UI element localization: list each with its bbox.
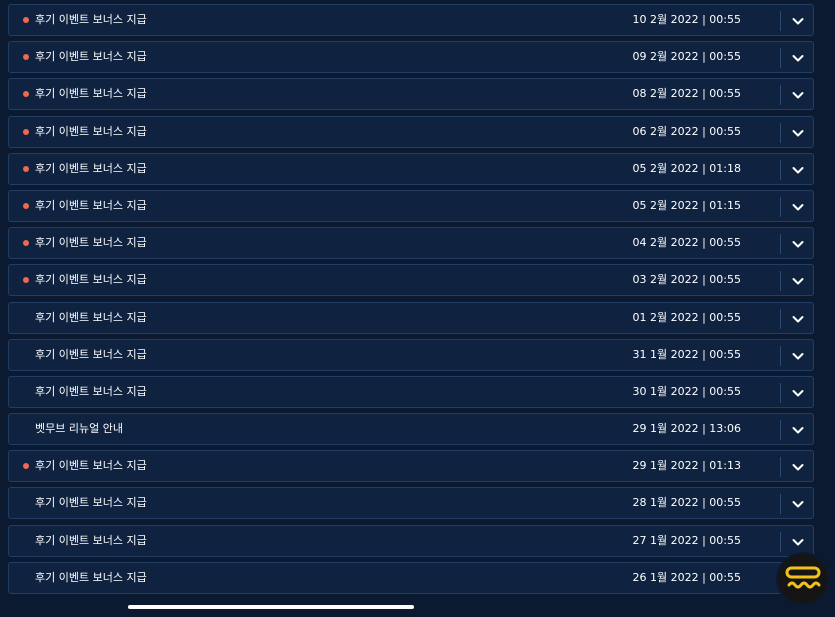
notification-row[interactable]: 후기 이벤트 보너스 지급 10 2월 2022 | 00:55 — [8, 4, 814, 36]
unread-dot — [23, 202, 29, 209]
chevron-down-icon[interactable] — [789, 198, 807, 216]
unread-dot — [23, 165, 29, 172]
notification-date: 05 2월 2022 | 01:18 — [632, 161, 741, 175]
chevron-down-icon[interactable] — [789, 421, 807, 439]
row-divider — [780, 494, 781, 515]
notification-title: 후기 이벤트 보너스 지급 — [35, 87, 147, 101]
notification-row[interactable]: 후기 이벤트 보너스 지급 05 2월 2022 | 01:15 — [8, 189, 814, 222]
notification-title: 후기 이벤트 보너스 지급 — [35, 533, 147, 547]
unread-dot — [23, 91, 29, 98]
notification-title: 후기 이벤트 보너스 지급 — [35, 161, 147, 175]
row-divider — [780, 457, 781, 478]
chevron-down-icon[interactable] — [789, 86, 807, 104]
row-divider — [780, 122, 781, 143]
row-divider — [780, 85, 781, 106]
notification-date: 29 1월 2022 | 01:13 — [632, 459, 741, 473]
row-divider — [780, 382, 781, 403]
notification-date: 03 2월 2022 | 00:55 — [632, 273, 741, 287]
notification-row[interactable]: 후기 이벤트 보너스 지급 03 2월 2022 | 00:55 — [8, 264, 814, 297]
notification-date: 10 2월 2022 | 00:55 — [632, 13, 741, 26]
chevron-down-icon[interactable] — [789, 458, 807, 476]
notification-date: 31 1월 2022 | 00:55 — [632, 347, 741, 361]
unread-dot — [23, 463, 29, 470]
notification-date: 01 2월 2022 | 00:55 — [632, 310, 741, 324]
row-divider — [780, 11, 781, 31]
chevron-down-icon[interactable] — [789, 124, 807, 142]
notification-row[interactable]: 후기 이벤트 보너스 지급 30 1월 2022 | 00:55 — [8, 375, 814, 408]
notification-list: 후기 이벤트 보너스 지급 10 2월 2022 | 00:55 후기 이벤트 보너… — [8, 4, 814, 599]
chevron-down-icon[interactable] — [789, 272, 807, 290]
unread-dot — [23, 240, 29, 247]
chevron-down-icon[interactable] — [789, 495, 807, 513]
notification-title: 벳무브 리뉴얼 안내 — [35, 422, 123, 436]
notification-title: 후기 이벤트 보너스 지급 — [35, 310, 147, 324]
notification-date: 09 2월 2022 | 00:55 — [632, 50, 741, 64]
unread-dot — [23, 277, 29, 284]
notification-row[interactable]: 벳무브 리뉴얼 안내 29 1월 2022 | 13:06 — [8, 413, 814, 446]
notification-row[interactable]: 후기 이벤트 보너스 지급 05 2월 2022 | 01:18 — [8, 152, 814, 185]
notification-title: 후기 이벤트 보너스 지급 — [35, 459, 147, 473]
chevron-down-icon[interactable] — [789, 235, 807, 253]
notification-date: 27 1월 2022 | 00:55 — [632, 533, 741, 547]
notification-title: 후기 이벤트 보너스 지급 — [35, 124, 147, 138]
notification-row[interactable]: 후기 이벤트 보너스 지급 26 1월 2022 | 00:55 — [8, 561, 814, 594]
unread-dot — [23, 128, 29, 135]
notification-row[interactable]: 후기 이벤트 보너스 지급 31 1월 2022 | 00:55 — [8, 338, 814, 371]
notification-title: 후기 이벤트 보너스 지급 — [35, 13, 147, 26]
notification-date: 06 2월 2022 | 00:55 — [632, 124, 741, 138]
notification-date: 29 1월 2022 | 13:06 — [632, 422, 741, 436]
row-divider — [780, 234, 781, 255]
notification-row[interactable]: 후기 이벤트 보너스 지급 28 1월 2022 | 00:55 — [8, 487, 814, 520]
notification-date: 08 2월 2022 | 00:55 — [632, 87, 741, 101]
row-divider — [780, 345, 781, 366]
chevron-down-icon[interactable] — [789, 161, 807, 179]
chevron-down-icon[interactable] — [789, 533, 807, 551]
unread-dot — [23, 54, 29, 61]
notification-row[interactable]: 후기 이벤트 보너스 지급 29 1월 2022 | 01:13 — [8, 450, 814, 483]
row-divider — [780, 196, 781, 217]
row-divider — [780, 159, 781, 180]
notification-title: 후기 이벤트 보너스 지급 — [35, 570, 147, 584]
chevron-down-icon[interactable] — [789, 310, 807, 328]
notification-row[interactable]: 후기 이벤트 보너스 지급 27 1월 2022 | 00:55 — [8, 524, 814, 557]
chat-icon — [778, 554, 828, 604]
chevron-down-icon[interactable] — [789, 347, 807, 365]
notification-title: 후기 이벤트 보너스 지급 — [35, 236, 147, 250]
notification-row[interactable]: 후기 이벤트 보너스 지급 09 2월 2022 | 00:55 — [8, 41, 814, 74]
notification-date: 05 2월 2022 | 01:15 — [632, 198, 741, 212]
chat-button[interactable] — [778, 554, 828, 604]
unread-dot — [23, 17, 29, 23]
row-divider — [780, 420, 781, 441]
chevron-down-icon[interactable] — [789, 384, 807, 402]
chevron-down-icon[interactable] — [789, 12, 807, 30]
notification-row[interactable]: 후기 이벤트 보너스 지급 08 2월 2022 | 00:55 — [8, 78, 814, 111]
notification-title: 후기 이벤트 보너스 지급 — [35, 273, 147, 287]
notification-date: 26 1월 2022 | 00:55 — [632, 570, 741, 584]
notification-row[interactable]: 후기 이벤트 보너스 지급 06 2월 2022 | 00:55 — [8, 115, 814, 148]
notification-date: 28 1월 2022 | 00:55 — [632, 496, 741, 510]
notification-title: 후기 이벤트 보너스 지급 — [35, 198, 147, 212]
notification-date: 04 2월 2022 | 00:55 — [632, 236, 741, 250]
home-indicator — [128, 605, 414, 609]
chevron-down-icon[interactable] — [789, 49, 807, 67]
notification-title: 후기 이벤트 보너스 지급 — [35, 384, 147, 398]
row-divider — [780, 308, 781, 329]
notification-row[interactable]: 후기 이벤트 보너스 지급 04 2월 2022 | 00:55 — [8, 227, 814, 260]
notification-row[interactable]: 후기 이벤트 보너스 지급 01 2월 2022 | 00:55 — [8, 301, 814, 334]
row-divider — [780, 271, 781, 292]
row-divider — [780, 48, 781, 69]
notification-title: 후기 이벤트 보너스 지급 — [35, 496, 147, 510]
notification-title: 후기 이벤트 보너스 지급 — [35, 50, 147, 64]
row-divider — [780, 531, 781, 552]
notification-date: 30 1월 2022 | 00:55 — [632, 384, 741, 398]
notification-title: 후기 이벤트 보너스 지급 — [35, 347, 147, 361]
